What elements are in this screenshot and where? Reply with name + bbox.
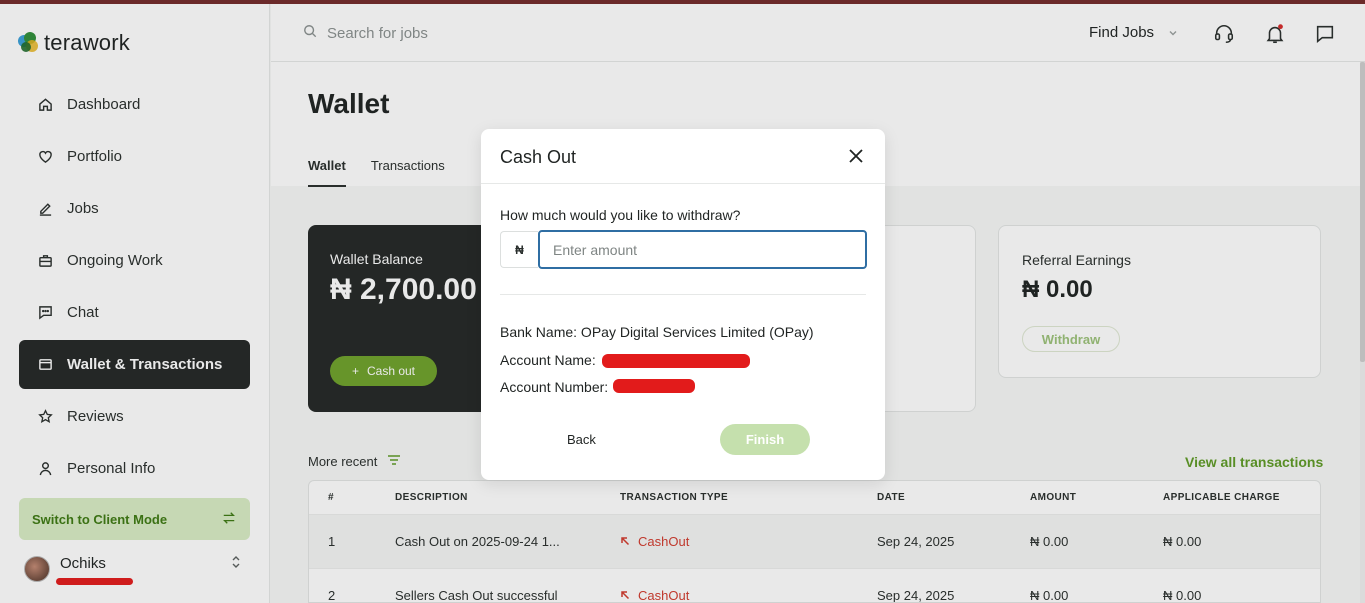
redaction-mark [602, 354, 750, 368]
modal-header: Cash Out [481, 129, 885, 184]
modal-title: Cash Out [500, 147, 577, 167]
modal-divider [500, 294, 866, 295]
withdraw-question: How much would you like to withdraw? [500, 207, 741, 223]
finish-button[interactable]: Finish [720, 424, 810, 455]
amount-input[interactable] [538, 230, 867, 269]
amount-field-group: ₦ [500, 230, 867, 269]
account-name: Account Name: [500, 352, 596, 368]
close-icon[interactable] [847, 147, 865, 165]
account-number-label: Account Number: [500, 379, 609, 395]
back-button[interactable]: Back [567, 432, 596, 447]
currency-prefix: ₦ [500, 231, 538, 268]
redaction-mark [613, 379, 695, 393]
bank-name: Bank Name: OPay Digital Services Limited… [500, 324, 814, 340]
account-number: Account Number: [500, 379, 608, 395]
cash-out-modal: Cash Out How much would you like to with… [481, 129, 885, 480]
account-name-label: Account Name: [500, 352, 596, 368]
